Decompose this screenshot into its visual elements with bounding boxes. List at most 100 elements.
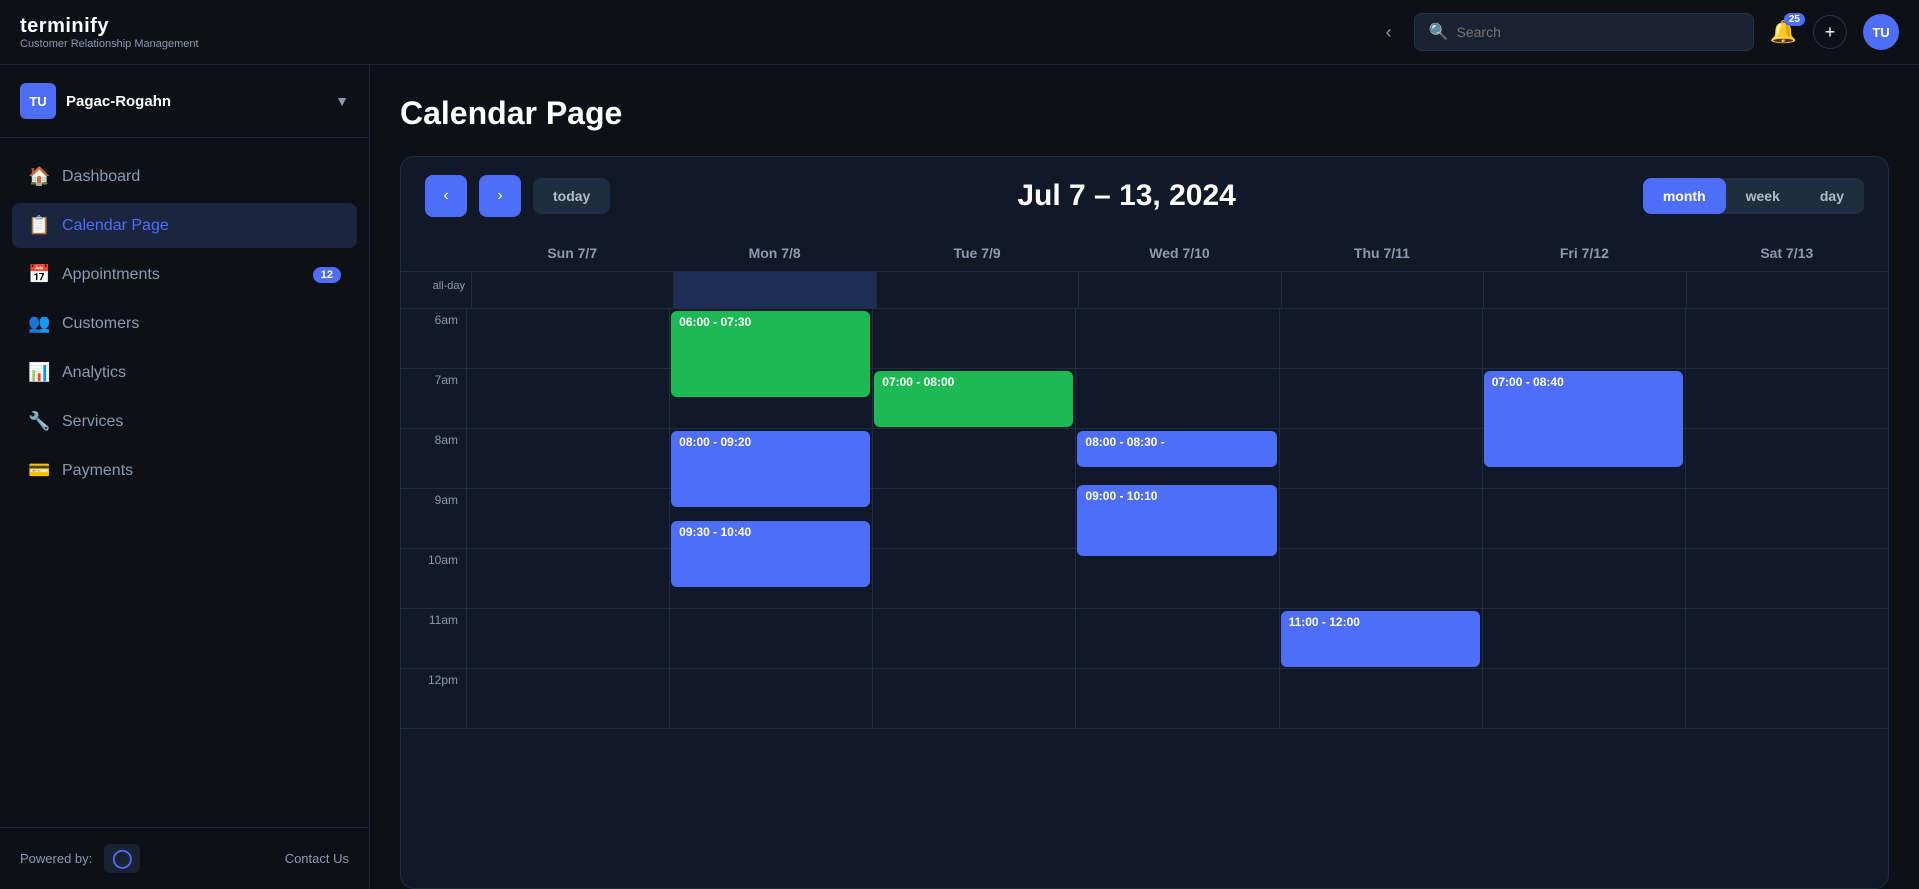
hour-label-7am: 7am (401, 369, 466, 429)
allday-cell-5 (1483, 272, 1685, 308)
view-btn-month[interactable]: month (1643, 178, 1726, 214)
calendar-container: ‹ › today Jul 7 – 13, 2024 monthweekday … (400, 156, 1889, 889)
next-button[interactable]: › (479, 175, 521, 217)
day-cell-col2-row5 (872, 609, 1075, 669)
sidebar-item-calendar[interactable]: 📋 Calendar Page (12, 203, 357, 248)
search-input[interactable] (1457, 24, 1739, 40)
calendar-icon: 📋 (28, 215, 50, 236)
day-cell-col4-row3 (1279, 489, 1482, 549)
day-cell-col2-row4 (872, 549, 1075, 609)
customers-icon: 👥 (28, 313, 50, 334)
sidebar-item-analytics[interactable]: 📊 Analytics (12, 350, 357, 395)
day-cell-col3-row0 (1075, 309, 1278, 369)
view-btn-day[interactable]: day (1800, 178, 1864, 214)
day-cell-col3-row4 (1075, 549, 1278, 609)
sidebar-item-label: Dashboard (62, 168, 140, 186)
sidebar-item-payments[interactable]: 💳 Payments (12, 448, 357, 493)
calendar-event-2[interactable]: 08:00 - 09:20 (671, 431, 870, 507)
sidebar-item-label: Calendar Page (62, 217, 169, 235)
sidebar-item-services[interactable]: 🔧 Services (12, 399, 357, 444)
calendar-event-0[interactable]: 06:00 - 07:30 (671, 311, 870, 397)
sidebar-item-label: Customers (62, 315, 139, 333)
brand-subtitle: Customer Relationship Management (20, 38, 199, 50)
day-cell-col0-row1 (466, 369, 669, 429)
chevron-down-icon: ▼ (335, 93, 349, 109)
day-cell-col4-row6 (1279, 669, 1482, 729)
org-selector[interactable]: TU Pagac-Rogahn ▼ (0, 65, 369, 138)
sidebar-item-label: Services (62, 413, 123, 431)
day-cell-col6-row1 (1685, 369, 1888, 429)
calendar-grid-wrapper: Sun 7/7Mon 7/8Tue 7/9Wed 7/10Thu 7/11Fri… (401, 235, 1888, 888)
calendar-event-1[interactable]: 07:00 - 08:00 (874, 371, 1073, 427)
day-cell-col5-row6 (1482, 669, 1685, 729)
calendar-event-5[interactable]: 09:00 - 10:10 (1077, 485, 1276, 556)
day-cell-col6-row6 (1685, 669, 1888, 729)
day-cell-col6-row2 (1685, 429, 1888, 489)
main-content: Calendar Page ‹ › today Jul 7 – 13, 2024… (370, 65, 1919, 889)
day-cell-col2-row0 (872, 309, 1075, 369)
calendar-toolbar: ‹ › today Jul 7 – 13, 2024 monthweekday (401, 157, 1888, 235)
day-cell-col4-row1 (1279, 369, 1482, 429)
header-col-0: Sun 7/7 (471, 235, 673, 271)
date-range: Jul 7 – 13, 2024 (622, 179, 1631, 213)
time-grid[interactable]: 6am7am8am9am10am11am12pm06:00 - 07:3007:… (401, 309, 1888, 888)
day-cell-col2-row2 (872, 429, 1075, 489)
org-avatar: TU (20, 83, 56, 119)
user-avatar-button[interactable]: TU (1863, 14, 1899, 50)
day-cell-col0-row0 (466, 309, 669, 369)
day-cell-col5-row5 (1482, 609, 1685, 669)
header-col-6: Sat 7/13 (1686, 235, 1888, 271)
day-cell-col5-row3 (1482, 489, 1685, 549)
day-cell-col1-row6 (669, 669, 872, 729)
powered-by-label: Powered by: (20, 851, 92, 866)
day-cell-col0-row2 (466, 429, 669, 489)
today-button[interactable]: today (533, 178, 610, 214)
day-cell-col6-row3 (1685, 489, 1888, 549)
page-title: Calendar Page (400, 95, 1889, 132)
sidebar-item-dashboard[interactable]: 🏠 Dashboard (12, 154, 357, 199)
hour-label-12pm: 12pm (401, 669, 466, 729)
search-icon: 🔍 (1429, 22, 1449, 42)
payments-icon: 💳 (28, 460, 50, 481)
collapse-sidebar-button[interactable]: ‹ (1380, 16, 1398, 49)
allday-cell-6 (1686, 272, 1888, 308)
day-cell-col2-row3 (872, 489, 1075, 549)
sidebar-item-appointments[interactable]: 📅 Appointments 12 (12, 252, 357, 297)
top-nav: terminify Customer Relationship Manageme… (0, 0, 1919, 65)
day-cell-col4-row2 (1279, 429, 1482, 489)
contact-us-link[interactable]: Contact Us (285, 851, 349, 866)
hour-label-6am: 6am (401, 309, 466, 369)
allday-cell-2 (876, 272, 1078, 308)
services-icon: 🔧 (28, 411, 50, 432)
allday-cell-1 (673, 272, 875, 308)
hour-label-9am: 9am (401, 489, 466, 549)
add-button[interactable]: + (1813, 15, 1847, 49)
prev-button[interactable]: ‹ (425, 175, 467, 217)
notification-badge: 25 (1784, 13, 1805, 26)
view-btn-week[interactable]: week (1726, 178, 1800, 214)
allday-cell-0 (471, 272, 673, 308)
day-cell-col0-row5 (466, 609, 669, 669)
analytics-icon: 📊 (28, 362, 50, 383)
calendar-event-7[interactable]: 11:00 - 12:00 (1281, 611, 1480, 667)
calendar-header: Sun 7/7Mon 7/8Tue 7/9Wed 7/10Thu 7/11Fri… (401, 235, 1888, 272)
calendar-event-3[interactable]: 09:30 - 10:40 (671, 521, 870, 587)
sidebar-footer: Powered by: ◯ Contact Us (0, 827, 369, 889)
header-col-2: Tue 7/9 (876, 235, 1078, 271)
appointments-icon: 📅 (28, 264, 50, 285)
day-cell-col5-row4 (1482, 549, 1685, 609)
day-cell-col0-row4 (466, 549, 669, 609)
calendar-event-4[interactable]: 08:00 - 08:30 - (1077, 431, 1276, 467)
day-cell-col0-row6 (466, 669, 669, 729)
sidebar-item-customers[interactable]: 👥 Customers (12, 301, 357, 346)
day-cell-col0-row3 (466, 489, 669, 549)
day-cell-col1-row5 (669, 609, 872, 669)
notification-button[interactable]: 🔔 25 (1770, 19, 1797, 45)
sidebar-item-label: Appointments (62, 266, 160, 284)
sidebar-item-label: Payments (62, 462, 133, 480)
calendar-event-6[interactable]: 07:00 - 08:40 (1484, 371, 1683, 467)
day-cell-col6-row0 (1685, 309, 1888, 369)
nav-badge-appointments: 12 (313, 267, 341, 283)
search-box: 🔍 (1414, 13, 1754, 51)
dashboard-icon: 🏠 (28, 166, 50, 187)
